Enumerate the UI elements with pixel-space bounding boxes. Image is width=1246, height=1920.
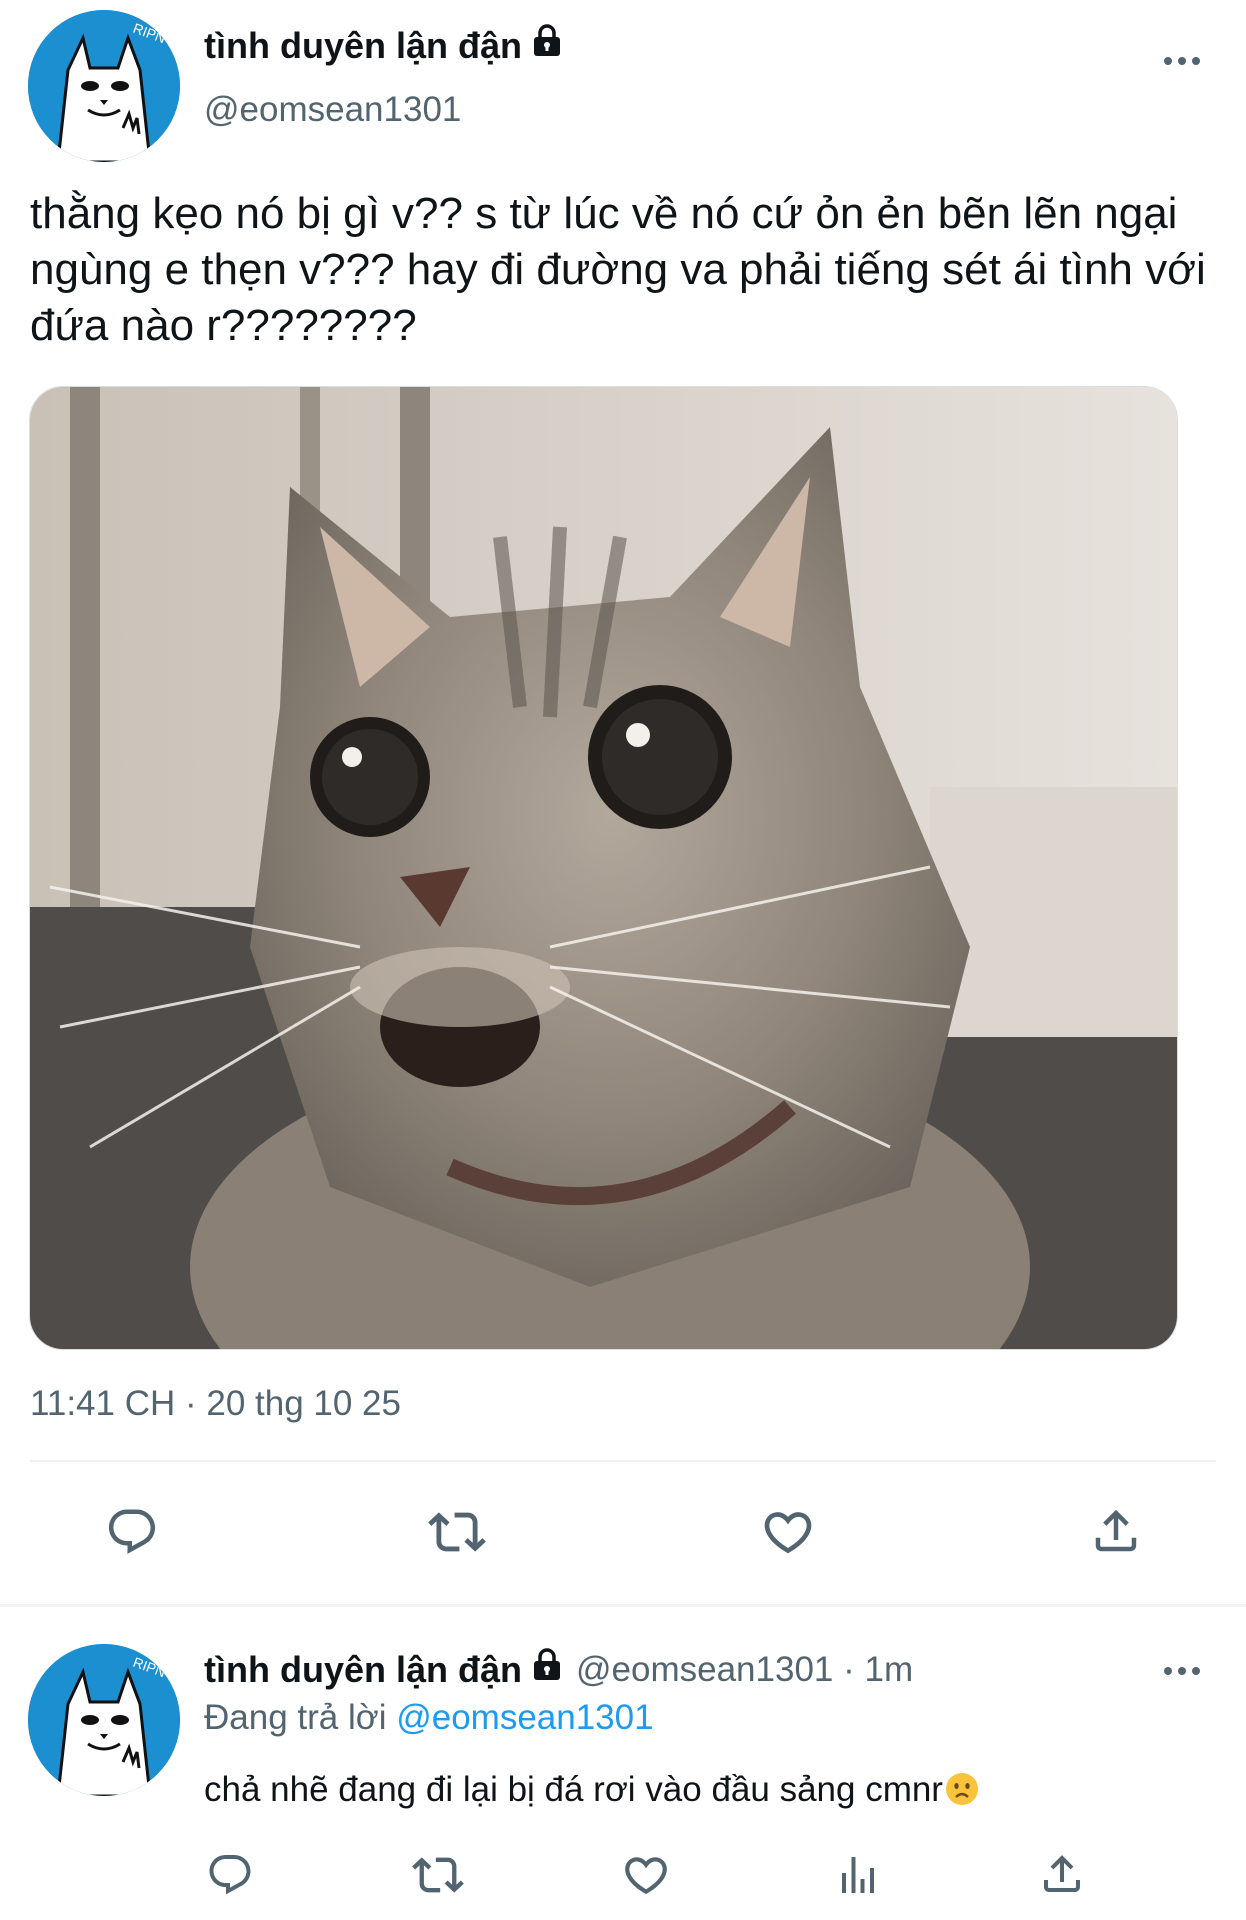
- more-options-icon[interactable]: [1164, 1667, 1200, 1675]
- tweet-text: thằng kẹo nó bị gì v?? s từ lúc về nó cứ…: [30, 189, 1206, 350]
- avatar[interactable]: RIPN: [28, 10, 180, 162]
- avatar[interactable]: RIPN: [28, 1644, 180, 1796]
- lock-icon: [530, 24, 564, 67]
- more-options-icon[interactable]: [1164, 57, 1200, 65]
- tweet-timestamp[interactable]: 11:41 CH · 20 thg 10 25: [30, 1384, 401, 1424]
- reply-text: chả nhẽ đang đi lại bị đá rơi vào đầu sả…: [204, 1770, 979, 1810]
- frowning-face-emoji-icon: [945, 1772, 979, 1806]
- retweet-icon[interactable]: [422, 1502, 492, 1562]
- avatar-cat-icon: RIPN: [28, 1644, 180, 1796]
- replying-to-label: Đang trả lời: [204, 1698, 397, 1737]
- reply-text-body: chả nhẽ đang đi lại bị đá rơi vào đầu sả…: [204, 1770, 943, 1809]
- display-name-text: tình duyên lận đận: [204, 24, 523, 66]
- share-icon[interactable]: [1084, 1500, 1148, 1562]
- share-icon[interactable]: [1034, 1846, 1090, 1902]
- section-divider: [0, 1604, 1246, 1607]
- reply-icon[interactable]: [202, 1848, 258, 1902]
- avatar-cat-icon: RIPN: [28, 10, 180, 162]
- retweet-icon[interactable]: [408, 1848, 468, 1902]
- reply-display-name[interactable]: tình duyên lận đận @eomsean1301 · 1m: [204, 1648, 913, 1691]
- display-name[interactable]: tình duyên lận đận: [204, 24, 564, 67]
- handle[interactable]: @eomsean1301: [204, 90, 461, 130]
- replying-to: Đang trả lời @eomsean1301: [204, 1698, 654, 1738]
- like-icon[interactable]: [618, 1848, 674, 1902]
- lock-icon: [530, 1648, 564, 1691]
- display-name-text: tình duyên lận đận: [204, 1648, 523, 1690]
- divider: [30, 1460, 1216, 1462]
- reply-icon[interactable]: [100, 1502, 164, 1562]
- analytics-icon[interactable]: [830, 1848, 886, 1902]
- like-icon[interactable]: [756, 1502, 820, 1562]
- surprised-cat-photo-icon: [30, 387, 1177, 1349]
- reply-handle-time: @eomsean1301 · 1m: [576, 1649, 914, 1689]
- replying-to-mention[interactable]: @eomsean1301: [396, 1698, 653, 1737]
- tweet-media[interactable]: [29, 386, 1178, 1350]
